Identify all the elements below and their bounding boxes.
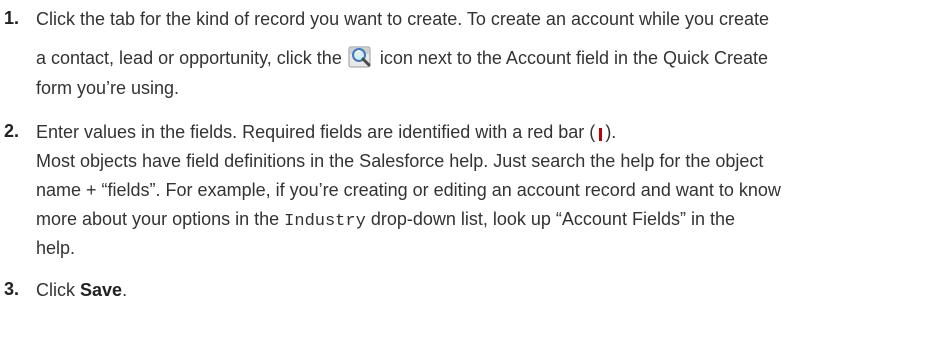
step-2-line-3: name + “fields”. For example, if you’re …: [36, 180, 781, 200]
step-2-line-4-text-after: drop-down list, look up “Account Fields”…: [370, 209, 735, 229]
required-field-bar-icon: [599, 128, 603, 141]
step-3-text-before: Click: [36, 280, 75, 300]
step-1-line-1: Click the tab for the kind of record you…: [36, 9, 770, 29]
step-number: 1.: [4, 8, 20, 28]
save-label: Save: [80, 280, 123, 300]
step-2-line-4: more about your options in the Industry …: [36, 208, 735, 233]
step-2-line-1-text-before: Enter values in the fields. Required fie…: [36, 122, 596, 142]
step-1-line-2-text-before: a contact, lead or opportunity, click th…: [36, 48, 342, 68]
step-2-line-1: Enter values in the fields. Required fie…: [36, 121, 616, 143]
step-2-line-1-text-after: ).: [605, 122, 617, 142]
industry-field-code: Industry: [284, 212, 366, 231]
step-1-line-3: form you’re using.: [36, 78, 180, 98]
step-number: 3.: [4, 279, 20, 299]
step-2-line-5: help.: [36, 238, 76, 258]
step-1-line-2: a contact, lead or opportunity, click th…: [36, 45, 768, 69]
step-3-text-after: .: [122, 280, 128, 300]
step-3-line-1: Click Save.: [36, 279, 127, 301]
step-1-line-2-text-after: icon next to the Account field in the Qu…: [379, 48, 769, 68]
step-2-line-2: Most objects have field definitions in t…: [36, 151, 764, 171]
step-number: 2.: [4, 121, 20, 141]
lookup-icon: [348, 45, 372, 69]
step-2-line-4-text-before: more about your options in the: [36, 209, 280, 229]
